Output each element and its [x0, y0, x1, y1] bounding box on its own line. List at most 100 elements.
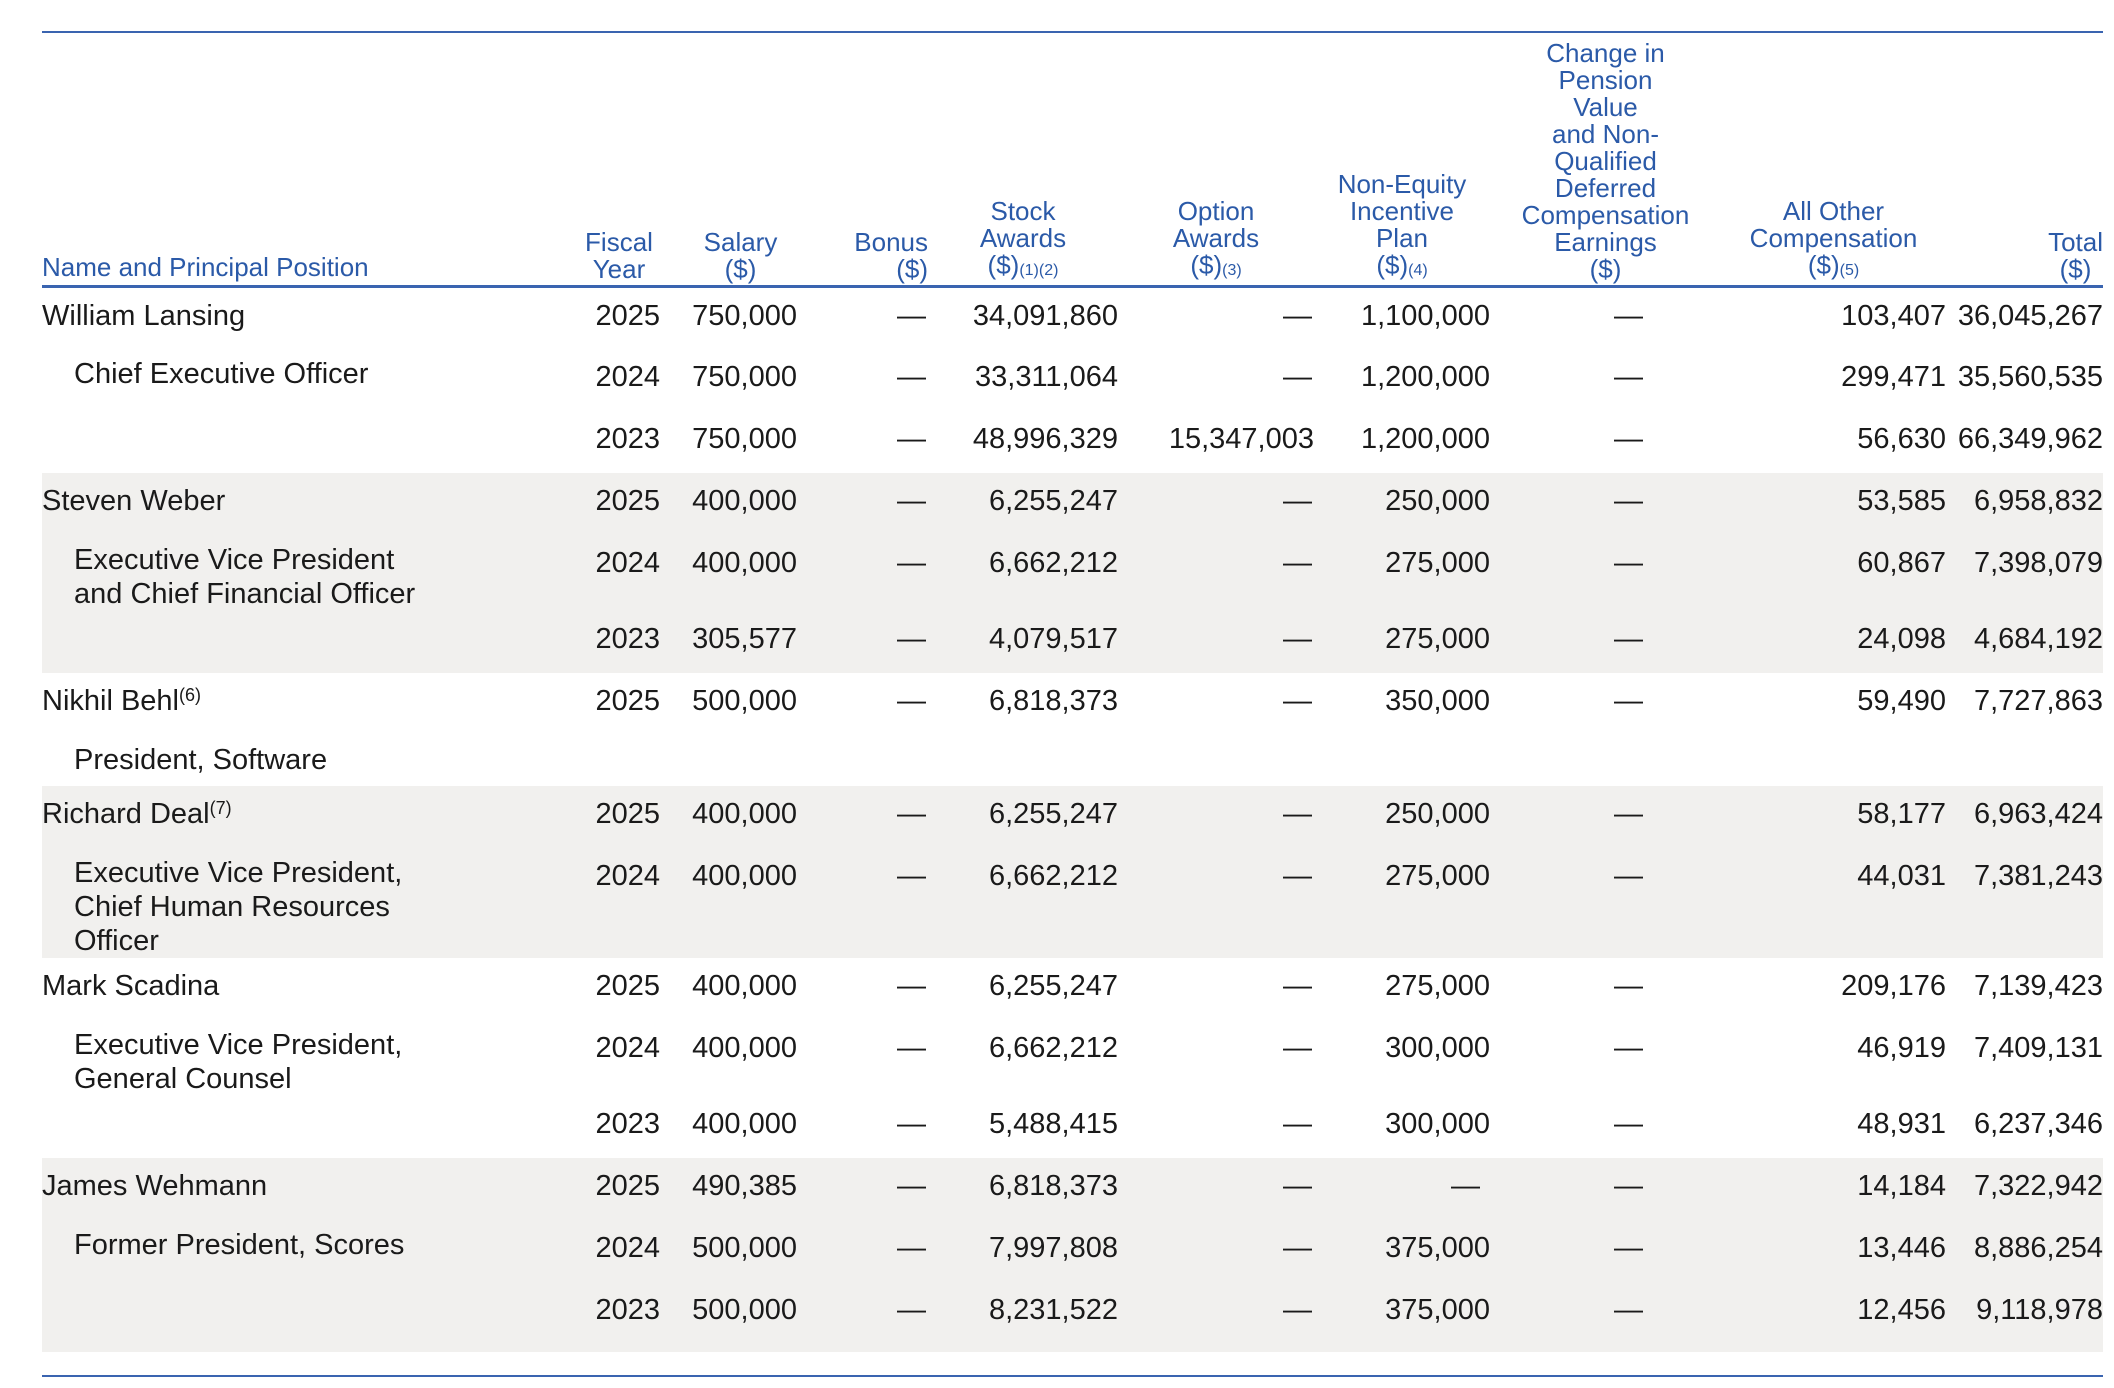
- table-row: President, Software: [42, 735, 2103, 786]
- cell-other: 14,184: [1721, 1157, 1946, 1220]
- cell-neip: 1,200,000: [1360, 360, 1490, 393]
- header-non-equity: Non-Equity Incentive Plan ($)(4): [1314, 33, 1490, 288]
- cell-neip: —: [1314, 1157, 1490, 1220]
- table-row: Steven Weber 2025 400,000—6,255,247—250,00…: [42, 472, 2103, 535]
- cell-option: —: [1283, 684, 1312, 717]
- cell-name: Chief Executive Officer: [42, 349, 554, 411]
- cell-salary: 400,000: [692, 1031, 797, 1064]
- cell-pension: —: [1490, 472, 1721, 535]
- executive-name: James Wehmann: [42, 1169, 268, 1202]
- cell-name: [42, 610, 554, 673]
- summary-compensation-table: Name and Principal Position Fiscal Year …: [42, 33, 2103, 1352]
- cell-stock: 6,818,373: [988, 684, 1118, 717]
- cell-neip: 250,000: [1314, 472, 1490, 535]
- cell-total: 7,322,942: [1946, 1157, 2103, 1220]
- cell-other: 48,931: [1857, 1107, 1946, 1140]
- header-option-awards-footnote: (3): [1222, 262, 1242, 279]
- cell-neip: 300,000: [1385, 1107, 1490, 1140]
- cell-stock: 6,662,212: [928, 534, 1118, 611]
- cell-bonus: —: [797, 534, 928, 611]
- cell-stock: 5,488,415: [988, 1107, 1118, 1140]
- cell-other: 46,919: [1857, 1031, 1946, 1064]
- cell-year: 2023: [554, 1281, 684, 1352]
- cell-name: William Lansing: [42, 287, 554, 349]
- executive-position: Former President, Scores: [74, 1228, 405, 1261]
- cell-pension: —: [1490, 1281, 1721, 1352]
- cell-total: 9,118,978: [1946, 1281, 2103, 1352]
- header-all-other-footnote: (5): [1839, 262, 1860, 279]
- cell-bonus: —: [797, 1157, 928, 1220]
- cell-neip: 1,100,000: [1360, 300, 1490, 332]
- cell-option: —: [1118, 534, 1314, 611]
- cell-other: [1721, 735, 1946, 786]
- cell-other: 299,471: [1841, 360, 1946, 393]
- cell-other: 209,176: [1841, 969, 1946, 1002]
- cell-total: 8,886,254: [1946, 1219, 2103, 1282]
- cell-year: 2025: [595, 684, 660, 717]
- cell-stock: 33,311,064: [975, 360, 1118, 393]
- cell-option: —: [1118, 610, 1314, 673]
- table-row: Executive Vice President, Chief Human Re…: [42, 847, 2103, 958]
- name-footnote: (6): [179, 684, 201, 705]
- table-row: 2023 305,577—4,079,517—275,000—24,098 4,68…: [42, 610, 2103, 673]
- table-row: 2023 500,000—8,231,522—375,000—12,456 9,11…: [42, 1281, 2103, 1352]
- cell-option: —: [1283, 969, 1312, 1002]
- executive-name: Nikhil Behl: [42, 684, 179, 717]
- cell-bonus: [797, 735, 928, 786]
- cell-option: —: [1283, 300, 1312, 332]
- cell-option: —: [1118, 472, 1314, 535]
- cell-salary: 305,577: [684, 610, 797, 673]
- cell-option: —: [1118, 1281, 1314, 1352]
- cell-year: 2023: [595, 1107, 660, 1140]
- cell-salary: 400,000: [692, 969, 797, 1002]
- cell-salary: 400,000: [684, 785, 797, 848]
- cell-other: 56,630: [1857, 422, 1946, 455]
- cell-neip: 275,000: [1385, 969, 1490, 1002]
- cell-stock: 7,997,808: [928, 1219, 1118, 1282]
- cell-neip: 275,000: [1314, 534, 1490, 611]
- cell-bonus: —: [797, 1219, 928, 1282]
- cell-total: 7,381,243: [1946, 847, 2103, 958]
- cell-name: Executive Vice President, General Counse…: [42, 1020, 554, 1096]
- cell-year: 2025: [595, 300, 660, 332]
- executive-position: President, Software: [74, 743, 328, 776]
- cell-salary: 750,000: [692, 360, 797, 393]
- table-row: Former President, Scores 2024 500,000—7,99…: [42, 1219, 2103, 1282]
- cell-neip: 250,000: [1314, 785, 1490, 848]
- cell-stock: 6,255,247: [928, 785, 1118, 848]
- cell-year: 2024: [595, 360, 660, 393]
- cell-year: 2025: [554, 1157, 684, 1220]
- cell-stock: 34,091,860: [972, 300, 1118, 332]
- cell-bonus: —: [797, 1281, 928, 1352]
- cell-option: —: [1118, 1157, 1314, 1220]
- cell-pension: —: [1614, 422, 1643, 455]
- cell-stock: 6,255,247: [988, 969, 1118, 1002]
- cell-total: 6,958,832: [1946, 472, 2103, 535]
- cell-salary: 500,000: [684, 1281, 797, 1352]
- cell-option: —: [1118, 847, 1314, 958]
- cell-other: 13,446: [1721, 1219, 1946, 1282]
- header-salary: Salary ($): [684, 33, 797, 288]
- cell-other: 103,407: [1841, 300, 1946, 332]
- cell-stock: 6,255,247: [928, 472, 1118, 535]
- table-row: 2023 750,000 — 48,996,329 15,347,003 1,200,00…: [42, 411, 2103, 473]
- cell-bonus: —: [897, 969, 926, 1002]
- cell-neip: 350,000: [1385, 684, 1490, 717]
- bottom-rule: [42, 1375, 2103, 1377]
- header-pension: Change in Pension Value and Non- Qualifi…: [1490, 33, 1721, 288]
- cell-total: 7,727,863: [1973, 684, 2103, 717]
- header-non-equity-label: Non-Equity Incentive Plan ($): [1337, 169, 1467, 280]
- cell-year: 2025: [595, 969, 660, 1002]
- cell-total: 66,349,962: [1957, 422, 2103, 455]
- header-total-label: Total ($): [2048, 227, 2103, 284]
- cell-name: Richard Deal(7): [42, 785, 554, 848]
- summary-compensation-table-wrapper: Name and Principal Position Fiscal Year …: [42, 33, 2103, 1352]
- cell-option: 15,347,003: [1168, 422, 1314, 455]
- cell-name: Steven Weber: [42, 472, 554, 535]
- cell-salary: 400,000: [692, 1107, 797, 1140]
- table-row: Executive Vice President and Chief Finan…: [42, 534, 2103, 611]
- table-row: Nikhil Behl(6) 2025 500,000 — 6,818,373 — 350,…: [42, 673, 2103, 735]
- cell-year: [554, 735, 684, 786]
- cell-pension: —: [1614, 684, 1643, 717]
- executive-position: Executive Vice President, Chief Human Re…: [74, 856, 403, 957]
